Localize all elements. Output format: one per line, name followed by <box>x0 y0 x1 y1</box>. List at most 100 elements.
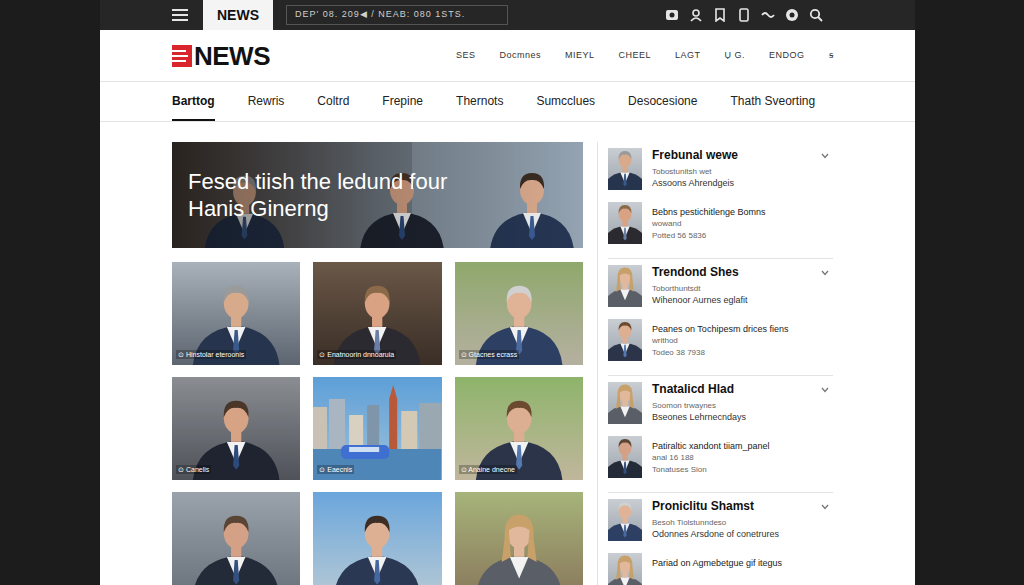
story-caption: ⊙ Hinstolar eteroonis <box>176 350 246 359</box>
story-card[interactable] <box>313 492 441 585</box>
story-grid: ⊙ Hinstolar eteroonis ⊙ Enatnoorin dnnoar… <box>172 262 583 585</box>
header-link[interactable]: MIEYL <box>565 49 595 63</box>
sidebar-feature[interactable]: Proniclitu Shamst Besoh TiolstunndesoOdon… <box>608 499 829 541</box>
chevron-down-icon[interactable] <box>821 153 829 159</box>
story-card[interactable]: ⊙ Hinstolar eteroonis <box>172 262 300 365</box>
category-label: Frepine <box>382 92 423 110</box>
logo-mark-icon <box>172 45 192 67</box>
hero-story[interactable]: Fesed tiish the ledund four Hanis Ginern… <box>172 142 583 248</box>
sidebar-story-subtitle: anal 16 188 <box>652 452 829 463</box>
sidebar-story[interactable]: Peanes on Tochipesm drices fienswrithodT… <box>608 319 829 361</box>
hero-shade <box>172 142 583 248</box>
header-link[interactable]: ENDOG <box>769 49 805 63</box>
header-link[interactable]: Docmnes <box>499 49 541 63</box>
sidebar-feature-subtitle: Tobostunitsh wet <box>652 166 811 177</box>
dateline: DEP' 08. 209◀ / NEAB: 080 1STS. <box>295 8 465 22</box>
sidebar-feature-byline: Odonnes Arsdone of conetrures <box>652 528 811 540</box>
sidebar-story-subtitle: writhod <box>652 335 829 346</box>
chevron-down-icon[interactable] <box>821 504 829 510</box>
sidebar-feature-subtitle: Toborthuntsdt <box>652 283 811 294</box>
category-tab[interactable]: Thath Sveorting <box>730 82 815 121</box>
header-link[interactable]: SES <box>456 49 476 63</box>
sidebar-story-title[interactable]: Bebns pestichitlenge Bomns <box>652 206 829 218</box>
sidebar-story-title[interactable]: Pariad on Agmebetgue gif itegus <box>652 557 829 569</box>
sidebar-feature-byline: Bseones Lehrnecndays <box>652 411 811 423</box>
sidebar-story-title[interactable]: Patiraltic xandont tiiam_panel <box>652 440 829 452</box>
photo-icon[interactable] <box>665 8 679 22</box>
chevron-down-icon[interactable] <box>821 270 829 276</box>
header-link[interactable]: CHEEL <box>618 49 651 63</box>
site-header: NEWS SES Docmnes MIEYL CHEEL LAGT Ụ G. ENDOG ꞩ <box>100 30 915 82</box>
sidebar-feature[interactable]: Frebunal weweTobostunitsh wetAssoons Ahr… <box>608 148 829 190</box>
story-card[interactable] <box>455 492 583 585</box>
sidebar-feature[interactable]: Trendond ShesToborthuntsdtWihenoor Aurne… <box>608 265 829 307</box>
category-tab[interactable]: Frepine <box>382 82 423 121</box>
author-avatar <box>608 265 642 307</box>
tablet-icon[interactable] <box>737 8 751 22</box>
story-card[interactable] <box>172 492 300 585</box>
record-icon[interactable] <box>785 8 799 22</box>
sidebar-feature-subtitle: Besoh Tiolstunndeso <box>652 517 811 528</box>
sidebar-story-meta: Tonatuses Sion <box>652 464 829 475</box>
search-icon[interactable] <box>809 8 823 22</box>
sidebar-story[interactable]: Pariad on Agmebetgue gif itegus <box>608 553 829 585</box>
category-tab[interactable]: Thernots <box>456 82 503 121</box>
sidebar-feature-title[interactable]: Frebunal wewe <box>652 148 811 163</box>
category-label: Rewris <box>248 92 285 110</box>
chevron-down-icon[interactable] <box>821 387 829 393</box>
news-page: NEWS DEP' 08. 209◀ / NEAB: 080 1STS. NEWS… <box>100 0 915 585</box>
site-logo[interactable]: NEWS <box>172 41 270 71</box>
story-card[interactable]: ⊙ Canelis <box>172 377 300 480</box>
profile-icon[interactable] <box>689 8 703 22</box>
header-link[interactable]: Ụ G. <box>724 49 745 63</box>
sidebar-feature[interactable]: Tnatalicd Hlad Soomon trwaynesBseones Leh… <box>608 382 829 424</box>
sidebar-feature-subtitle: Soomon trwaynes <box>652 400 811 411</box>
header-link[interactable]: LAGT <box>675 49 701 63</box>
link-icon[interactable] <box>761 8 775 22</box>
sidebar-feature-text: Trendond ShesToborthuntsdtWihenoor Aurne… <box>652 265 811 306</box>
category-tab[interactable]: Rewris <box>248 82 285 121</box>
header-link[interactable]: ꞩ <box>829 49 834 63</box>
story-caption: ⊙ Canelis <box>176 465 211 474</box>
section-tab[interactable]: NEWS <box>203 0 273 30</box>
category-tab[interactable]: Sumcclues <box>536 82 595 121</box>
sidebar-group: Frebunal weweTobostunitsh wetAssoons Ahr… <box>608 142 833 259</box>
story-card[interactable]: ⊙ Eaecnis <box>313 377 441 480</box>
category-tab[interactable]: Barttog <box>172 82 215 121</box>
hero-headline[interactable]: Fesed tiish the ledund four Hanis Ginern… <box>188 168 493 222</box>
category-tab[interactable]: Desocesione <box>628 82 697 121</box>
sidebar-story[interactable]: Bebns pestichitlenge BomnswowandPotted 5… <box>608 202 829 244</box>
logo-text: NEWS <box>194 41 270 71</box>
sidebar-story-text: Bebns pestichitlenge BomnswowandPotted 5… <box>652 202 829 241</box>
story-photo <box>172 492 300 585</box>
top-bar: NEWS DEP' 08. 209◀ / NEAB: 080 1STS. <box>100 0 915 30</box>
category-label: Barttog <box>172 92 215 110</box>
story-caption: ⊙ Gtacnes ecrass <box>459 350 520 359</box>
screen: NEWS DEP' 08. 209◀ / NEAB: 080 1STS. NEWS… <box>0 0 1024 585</box>
story-card[interactable]: ⊙ Enatnoorin dnnoaruia <box>313 262 441 365</box>
category-label: Thath Sveorting <box>730 92 815 110</box>
bookmark-icon[interactable] <box>713 8 727 22</box>
story-photo <box>313 492 441 585</box>
category-tab[interactable]: Coltrd <box>317 82 349 121</box>
sidebar-feature-title[interactable]: Proniclitu Shamst <box>652 499 811 514</box>
sidebar-feature-title[interactable]: Trendond Shes <box>652 265 811 280</box>
sidebar-feature-title[interactable]: Tnatalicd Hlad <box>652 382 811 397</box>
category-label: Coltrd <box>317 92 349 110</box>
content-area: Fesed tiish the ledund four Hanis Ginern… <box>100 122 915 585</box>
story-card[interactable]: ⊙ Gtacnes ecrass <box>455 262 583 365</box>
story-card[interactable]: ⊙ Anaine dnecne <box>455 377 583 480</box>
author-avatar <box>608 553 642 585</box>
sidebar-story-title[interactable]: Peanes on Tochipesm drices fiens <box>652 323 829 335</box>
story-caption: ⊙ Enatnoorin dnnoaruia <box>317 350 396 359</box>
menu-icon[interactable] <box>172 9 188 21</box>
dateline-box: DEP' 08. 209◀ / NEAB: 080 1STS. <box>286 5 508 25</box>
sidebar-feature-text: Proniclitu Shamst Besoh TiolstunndesoOdon… <box>652 499 811 540</box>
author-avatar <box>608 499 642 541</box>
sidebar-story-meta: Todeo 38 7938 <box>652 347 829 358</box>
story-caption: ⊙ Eaecnis <box>317 465 354 474</box>
sidebar-story-meta: Potted 56 5836 <box>652 230 829 241</box>
sidebar-story[interactable]: Patiraltic xandont tiiam_panelanal 16 18… <box>608 436 829 478</box>
sidebar-story-text: Patiraltic xandont tiiam_panelanal 16 18… <box>652 436 829 475</box>
sidebar-story-subtitle: wowand <box>652 218 829 229</box>
